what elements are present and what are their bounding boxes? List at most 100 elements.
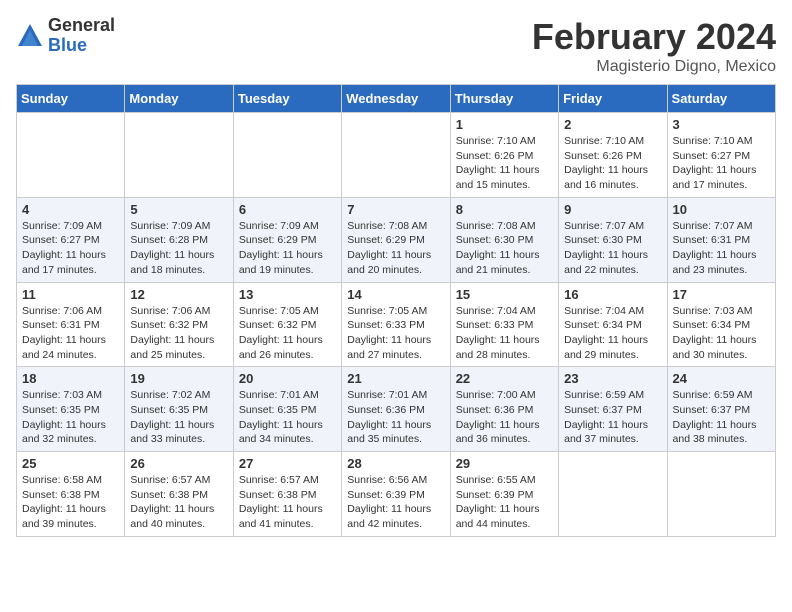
day-header-sunday: Sunday — [17, 85, 125, 113]
week-row-1: 1Sunrise: 7:10 AMSunset: 6:26 PMDaylight… — [17, 113, 776, 198]
day-number: 21 — [347, 371, 444, 386]
day-number: 15 — [456, 287, 553, 302]
logo-icon — [16, 22, 44, 50]
day-cell: 23 Sunrise: 6:59 AMSunset: 6:37 PMDayligh… — [559, 367, 667, 452]
day-number: 8 — [456, 202, 553, 217]
day-cell: 22 Sunrise: 7:00 AMSunset: 6:36 PMDayligh… — [450, 367, 558, 452]
day-cell: 1Sunrise: 7:10 AMSunset: 6:26 PMDaylight… — [450, 113, 558, 198]
day-cell: 8 Sunrise: 7:08 AMSunset: 6:30 PMDaylight… — [450, 197, 558, 282]
day-info: Sunrise: 7:00 AMSunset: 6:36 PMDaylight:… — [456, 388, 553, 447]
day-info: Sunrise: 7:09 AMSunset: 6:27 PMDaylight:… — [22, 219, 119, 278]
day-number: 5 — [130, 202, 227, 217]
day-info: Sunrise: 7:09 AMSunset: 6:28 PMDaylight:… — [130, 219, 227, 278]
header: General Blue February 2024 Magisterio Di… — [16, 16, 776, 76]
day-cell: 16 Sunrise: 7:04 AMSunset: 6:34 PMDayligh… — [559, 282, 667, 367]
day-info: Sunrise: 7:04 AMSunset: 6:34 PMDaylight:… — [564, 304, 661, 363]
day-number: 7 — [347, 202, 444, 217]
day-cell: 15 Sunrise: 7:04 AMSunset: 6:33 PMDayligh… — [450, 282, 558, 367]
day-cell: 2 Sunrise: 7:10 AMSunset: 6:26 PMDaylight… — [559, 113, 667, 198]
day-number: 16 — [564, 287, 661, 302]
day-cell: 11 Sunrise: 7:06 AMSunset: 6:31 PMDayligh… — [17, 282, 125, 367]
day-header-monday: Monday — [125, 85, 233, 113]
day-info: Sunrise: 7:02 AMSunset: 6:35 PMDaylight:… — [130, 388, 227, 447]
day-number: 9 — [564, 202, 661, 217]
day-cell: 7 Sunrise: 7:08 AMSunset: 6:29 PMDaylight… — [342, 197, 450, 282]
day-info: Sunrise: 7:01 AMSunset: 6:36 PMDaylight:… — [347, 388, 444, 447]
day-info: Sunrise: 7:03 AMSunset: 6:35 PMDaylight:… — [22, 388, 119, 447]
day-cell: 18Sunrise: 7:03 AMSunset: 6:35 PMDayligh… — [17, 367, 125, 452]
day-info: Sunrise: 7:10 AMSunset: 6:26 PMDaylight:… — [456, 134, 553, 193]
day-info: Sunrise: 6:59 AMSunset: 6:37 PMDaylight:… — [673, 388, 770, 447]
week-row-4: 18Sunrise: 7:03 AMSunset: 6:35 PMDayligh… — [17, 367, 776, 452]
day-number: 28 — [347, 456, 444, 471]
day-number: 3 — [673, 117, 770, 132]
day-info: Sunrise: 7:06 AMSunset: 6:32 PMDaylight:… — [130, 304, 227, 363]
day-cell: 20 Sunrise: 7:01 AMSunset: 6:35 PMDayligh… — [233, 367, 341, 452]
day-info: Sunrise: 7:08 AMSunset: 6:29 PMDaylight:… — [347, 219, 444, 278]
day-header-tuesday: Tuesday — [233, 85, 341, 113]
day-info: Sunrise: 6:58 AMSunset: 6:38 PMDaylight:… — [22, 473, 119, 532]
day-number: 10 — [673, 202, 770, 217]
logo-general: General — [48, 16, 115, 36]
day-info: Sunrise: 7:10 AMSunset: 6:26 PMDaylight:… — [564, 134, 661, 193]
day-info: Sunrise: 7:07 AMSunset: 6:31 PMDaylight:… — [673, 219, 770, 278]
header-row: SundayMondayTuesdayWednesdayThursdayFrid… — [17, 85, 776, 113]
day-info: Sunrise: 7:01 AMSunset: 6:35 PMDaylight:… — [239, 388, 336, 447]
main-title: February 2024 — [532, 16, 776, 58]
day-number: 24 — [673, 371, 770, 386]
day-number: 23 — [564, 371, 661, 386]
day-header-thursday: Thursday — [450, 85, 558, 113]
week-row-5: 25 Sunrise: 6:58 AMSunset: 6:38 PMDayligh… — [17, 452, 776, 537]
day-cell: 9 Sunrise: 7:07 AMSunset: 6:30 PMDaylight… — [559, 197, 667, 282]
day-cell: 26 Sunrise: 6:57 AMSunset: 6:38 PMDayligh… — [125, 452, 233, 537]
day-info: Sunrise: 7:05 AMSunset: 6:33 PMDaylight:… — [347, 304, 444, 363]
day-info: Sunrise: 7:05 AMSunset: 6:32 PMDaylight:… — [239, 304, 336, 363]
day-cell: 14 Sunrise: 7:05 AMSunset: 6:33 PMDayligh… — [342, 282, 450, 367]
day-cell: 21 Sunrise: 7:01 AMSunset: 6:36 PMDayligh… — [342, 367, 450, 452]
logo-blue: Blue — [48, 36, 115, 56]
week-row-2: 4 Sunrise: 7:09 AMSunset: 6:27 PMDaylight… — [17, 197, 776, 282]
logo-text: General Blue — [48, 16, 115, 56]
day-info: Sunrise: 7:08 AMSunset: 6:30 PMDaylight:… — [456, 219, 553, 278]
week-row-3: 11 Sunrise: 7:06 AMSunset: 6:31 PMDayligh… — [17, 282, 776, 367]
logo: General Blue — [16, 16, 115, 56]
day-info: Sunrise: 6:57 AMSunset: 6:38 PMDaylight:… — [130, 473, 227, 532]
day-info: Sunrise: 7:09 AMSunset: 6:29 PMDaylight:… — [239, 219, 336, 278]
day-cell — [559, 452, 667, 537]
day-info: Sunrise: 7:10 AMSunset: 6:27 PMDaylight:… — [673, 134, 770, 193]
day-cell — [667, 452, 775, 537]
subtitle: Magisterio Digno, Mexico — [532, 58, 776, 76]
day-cell — [342, 113, 450, 198]
day-number: 29 — [456, 456, 553, 471]
day-cell: 13 Sunrise: 7:05 AMSunset: 6:32 PMDayligh… — [233, 282, 341, 367]
day-info: Sunrise: 7:03 AMSunset: 6:34 PMDaylight:… — [673, 304, 770, 363]
day-number: 20 — [239, 371, 336, 386]
day-cell: 17 Sunrise: 7:03 AMSunset: 6:34 PMDayligh… — [667, 282, 775, 367]
day-cell: 25 Sunrise: 6:58 AMSunset: 6:38 PMDayligh… — [17, 452, 125, 537]
day-cell: 19Sunrise: 7:02 AMSunset: 6:35 PMDayligh… — [125, 367, 233, 452]
day-info: Sunrise: 7:06 AMSunset: 6:31 PMDaylight:… — [22, 304, 119, 363]
day-number: 11 — [22, 287, 119, 302]
day-number: 22 — [456, 371, 553, 386]
day-cell: 10 Sunrise: 7:07 AMSunset: 6:31 PMDayligh… — [667, 197, 775, 282]
day-number: 13 — [239, 287, 336, 302]
day-cell — [17, 113, 125, 198]
day-number: 2 — [564, 117, 661, 132]
day-info: Sunrise: 7:04 AMSunset: 6:33 PMDaylight:… — [456, 304, 553, 363]
day-number: 4 — [22, 202, 119, 217]
day-cell: 24 Sunrise: 6:59 AMSunset: 6:37 PMDayligh… — [667, 367, 775, 452]
day-number: 17 — [673, 287, 770, 302]
day-number: 25 — [22, 456, 119, 471]
day-header-saturday: Saturday — [667, 85, 775, 113]
day-number: 12 — [130, 287, 227, 302]
day-cell: 29Sunrise: 6:55 AMSunset: 6:39 PMDayligh… — [450, 452, 558, 537]
day-info: Sunrise: 7:07 AMSunset: 6:30 PMDaylight:… — [564, 219, 661, 278]
day-header-friday: Friday — [559, 85, 667, 113]
day-info: Sunrise: 6:59 AMSunset: 6:37 PMDaylight:… — [564, 388, 661, 447]
day-number: 26 — [130, 456, 227, 471]
day-cell: 6Sunrise: 7:09 AMSunset: 6:29 PMDaylight… — [233, 197, 341, 282]
day-number: 27 — [239, 456, 336, 471]
day-number: 14 — [347, 287, 444, 302]
day-header-wednesday: Wednesday — [342, 85, 450, 113]
day-cell: 27Sunrise: 6:57 AMSunset: 6:38 PMDayligh… — [233, 452, 341, 537]
